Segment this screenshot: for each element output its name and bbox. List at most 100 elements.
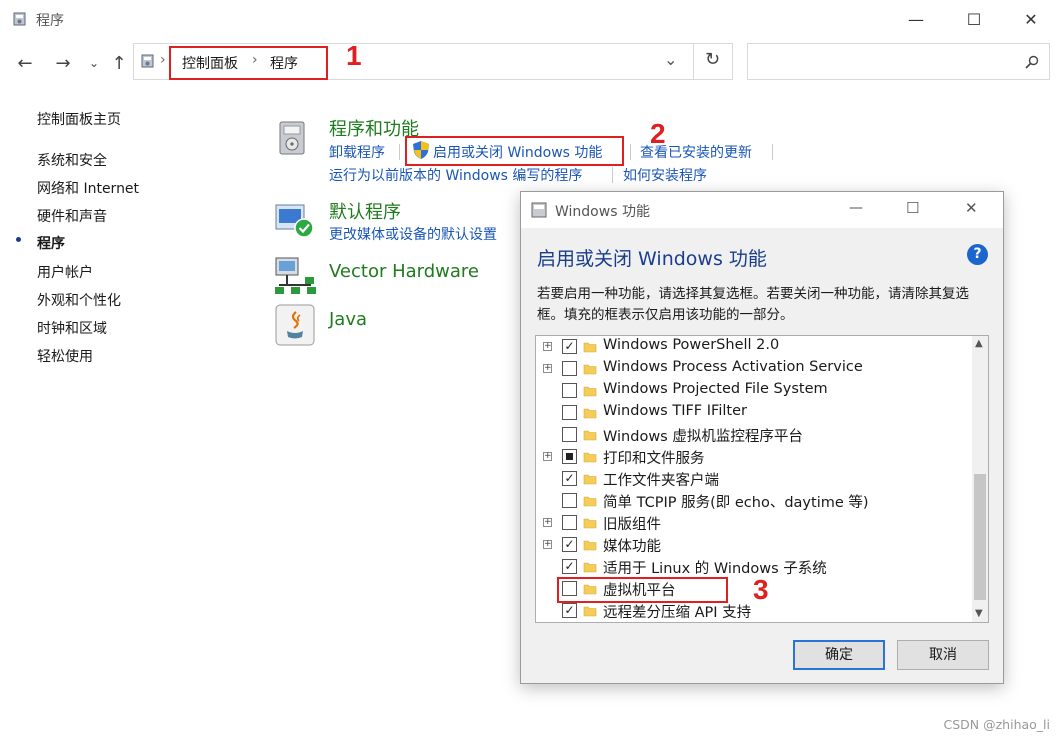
feature-row[interactable]: Windows Projected File System	[536, 380, 972, 402]
close-button[interactable]: ✕	[1008, 0, 1054, 38]
feature-checkbox[interactable]: ✓	[562, 559, 577, 574]
dialog-close-button[interactable]: ✕	[965, 199, 978, 217]
search-icon	[1025, 55, 1039, 69]
annotation-number-3: 3	[753, 574, 769, 605]
expand-icon[interactable]: +	[543, 452, 552, 461]
help-icon[interactable]: ?	[967, 244, 988, 265]
feature-checkbox[interactable]	[562, 361, 577, 376]
annotation-box-3	[557, 577, 728, 603]
uninstall-program-link[interactable]: 卸载程序	[329, 142, 385, 162]
java-icon	[275, 304, 315, 346]
sidebar-item-user-accounts[interactable]: 用户帐户	[37, 262, 93, 282]
feature-checkbox[interactable]	[562, 493, 577, 508]
folder-icon	[583, 386, 597, 397]
windows-features-icon	[531, 202, 547, 218]
view-installed-updates-link[interactable]: 查看已安装的更新	[640, 142, 752, 162]
sidebar-item-network[interactable]: 网络和 Internet	[37, 178, 139, 198]
annotation-number-1: 1	[346, 40, 362, 71]
sidebar-item-ease-of-access[interactable]: 轻松使用	[37, 346, 93, 366]
expand-icon[interactable]: +	[543, 364, 552, 373]
feature-label: 媒体功能	[603, 539, 661, 555]
vector-hardware-title[interactable]: Vector Hardware	[329, 261, 479, 282]
java-title[interactable]: Java	[329, 309, 367, 330]
scroll-down-icon[interactable]: ▼	[975, 608, 983, 619]
breadcrumb-separator: ›	[160, 52, 166, 68]
refresh-icon[interactable]: ↻	[705, 49, 720, 70]
scroll-up-icon[interactable]: ▲	[975, 338, 983, 349]
cancel-button[interactable]: 取消	[897, 640, 989, 670]
feature-row[interactable]: + ✓ 媒体功能	[536, 534, 972, 556]
feature-checkbox[interactable]	[562, 405, 577, 420]
control-panel-icon	[141, 54, 154, 68]
folder-icon	[583, 496, 597, 507]
folder-icon	[583, 540, 597, 551]
expand-icon[interactable]: +	[543, 518, 552, 527]
how-to-install-link[interactable]: 如何安装程序	[623, 165, 707, 185]
link-separator	[630, 144, 631, 160]
forward-button[interactable]: →	[51, 48, 75, 78]
folder-icon	[583, 408, 597, 419]
folder-icon	[583, 474, 597, 485]
feature-row[interactable]: + Windows Process Activation Service	[536, 358, 972, 380]
dialog-title: Windows 功能	[555, 204, 650, 220]
feature-checkbox[interactable]: ✓	[562, 339, 577, 354]
sidebar-item-appearance[interactable]: 外观和个性化	[37, 290, 121, 310]
sidebar-item-hardware-sound[interactable]: 硬件和声音	[37, 206, 107, 226]
feature-label: Windows Process Activation Service	[603, 359, 863, 375]
feature-label: 旧版组件	[603, 517, 661, 533]
scrollbar-thumb[interactable]	[974, 474, 986, 600]
feature-checkbox[interactable]	[562, 427, 577, 442]
minimize-button[interactable]: —	[893, 0, 939, 38]
feature-label: 简单 TCPIP 服务(即 echo、daytime 等)	[603, 495, 869, 511]
feature-row[interactable]: + 打印和文件服务	[536, 446, 972, 468]
feature-checkbox[interactable]	[562, 383, 577, 398]
sidebar-item-system-security[interactable]: 系统和安全	[37, 150, 107, 170]
feature-checkbox[interactable]	[562, 515, 577, 530]
feature-label: 打印和文件服务	[603, 451, 705, 467]
window-title: 程序	[36, 13, 64, 29]
expand-icon[interactable]: +	[543, 540, 552, 549]
recent-locations-button[interactable]: ⌄	[82, 48, 106, 78]
link-separator	[399, 144, 400, 160]
dialog-description: 若要启用一种功能，请选择其复选框。若要关闭一种功能，请清除其复选框。填充的框表示…	[537, 286, 969, 323]
ok-button[interactable]: 确定	[793, 640, 885, 670]
feature-row[interactable]: Windows TIFF IFilter	[536, 402, 972, 424]
sidebar-item-programs[interactable]: 程序	[37, 233, 65, 253]
dialog-maximize-button[interactable]: ☐	[906, 199, 919, 217]
address-dropdown-icon[interactable]: ⌄	[664, 50, 677, 69]
feature-row[interactable]: + ✓ Windows PowerShell 2.0	[536, 336, 972, 358]
feature-row[interactable]: ✓ 工作文件夹客户端	[536, 468, 972, 490]
feature-row[interactable]: + 旧版组件	[536, 512, 972, 534]
feature-checkbox[interactable]	[562, 449, 577, 464]
run-older-programs-link[interactable]: 运行为以前版本的 Windows 编写的程序	[329, 165, 582, 185]
watermark: CSDN @zhihao_li	[943, 717, 1051, 732]
link-separator	[772, 144, 773, 160]
current-item-bullet	[16, 237, 21, 242]
maximize-button[interactable]: ☐	[951, 0, 997, 38]
divider	[693, 44, 694, 79]
windows-features-dialog: Windows 功能 — ☐ ✕ 启用或关闭 Windows 功能 ? 若要启用…	[520, 191, 1004, 684]
folder-icon	[583, 364, 597, 375]
default-programs-title[interactable]: 默认程序	[329, 198, 401, 224]
up-button[interactable]: ↑	[107, 48, 131, 78]
back-button[interactable]: ←	[13, 48, 37, 78]
feature-label: Windows TIFF IFilter	[603, 403, 747, 419]
change-defaults-link[interactable]: 更改媒体或设备的默认设置	[329, 224, 497, 244]
tree-scrollbar[interactable]: ▲ ▼	[972, 336, 988, 622]
sidebar-home-link[interactable]: 控制面板主页	[37, 109, 121, 129]
folder-icon	[583, 562, 597, 573]
feature-row[interactable]: Windows 虚拟机监控程序平台	[536, 424, 972, 446]
feature-row[interactable]: 简单 TCPIP 服务(即 echo、daytime 等)	[536, 490, 972, 512]
folder-icon	[583, 518, 597, 529]
feature-label: Windows 虚拟机监控程序平台	[603, 429, 803, 445]
dialog-minimize-button[interactable]: —	[849, 200, 863, 216]
folder-icon	[583, 430, 597, 441]
search-input[interactable]	[747, 43, 1050, 80]
folder-icon	[583, 606, 597, 617]
sidebar-item-clock-region[interactable]: 时钟和区域	[37, 318, 107, 338]
feature-checkbox[interactable]: ✓	[562, 603, 577, 618]
feature-checkbox[interactable]: ✓	[562, 537, 577, 552]
feature-label: Windows Projected File System	[603, 381, 828, 397]
feature-checkbox[interactable]: ✓	[562, 471, 577, 486]
expand-icon[interactable]: +	[543, 342, 552, 351]
